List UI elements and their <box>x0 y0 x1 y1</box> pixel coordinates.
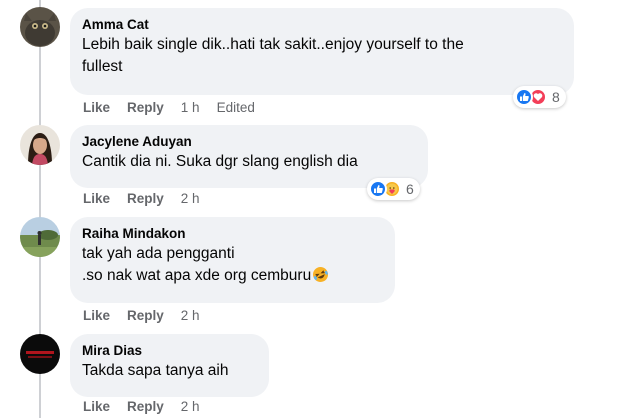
comment-text: Takda sapa tanya aih <box>82 360 257 382</box>
comment-text-line: fullest <box>82 58 123 75</box>
edited-label: Edited <box>216 100 255 115</box>
reaction-summary[interactable]: 6 <box>367 178 420 200</box>
comment-text-line: tak yah ada pengganti <box>82 245 235 262</box>
comment-text: Lebih baik single dik..hati tak sakit..e… <box>82 34 562 78</box>
like-button[interactable]: Like <box>83 308 110 324</box>
comment-actions: Like Reply 2 h <box>83 191 217 207</box>
timestamp[interactable]: 2 h <box>181 191 200 207</box>
comment-text-fragment: .so nak wat apa xde org cemburu <box>82 267 312 284</box>
like-button[interactable]: Like <box>83 399 110 415</box>
avatar[interactable] <box>20 125 60 165</box>
comment-bubble: Amma Cat Lebih baik single dik..hati tak… <box>70 8 574 95</box>
timestamp[interactable]: 2 h <box>181 308 200 324</box>
comment-bubble: Raiha Mindakon tak yah ada pengganti .so… <box>70 217 395 303</box>
like-button[interactable]: Like <box>83 191 110 207</box>
comment-author[interactable]: Raiha Mindakon <box>82 225 383 243</box>
reply-button[interactable]: Reply <box>127 308 164 324</box>
avatar[interactable] <box>20 217 60 257</box>
comment-text: Cantik dia ni. Suka dgr slang english di… <box>82 151 416 173</box>
like-icon <box>369 180 387 198</box>
timestamp[interactable]: 1 h <box>181 100 200 116</box>
like-icon <box>515 88 533 106</box>
reaction-count: 8 <box>552 89 560 105</box>
comment-text-line: .so nak wat apa xde org cemburu <box>82 265 383 290</box>
timestamp[interactable]: 2 h <box>181 399 200 415</box>
reply-button[interactable]: Reply <box>127 100 164 116</box>
comment-text: tak yah ada pengganti .so nak wat apa xd… <box>82 243 383 290</box>
reply-button[interactable]: Reply <box>127 191 164 207</box>
comment-text-line: Lebih baik single dik..hati tak sakit..e… <box>82 36 464 53</box>
comment-text-line: Takda sapa tanya aih <box>82 362 229 379</box>
comment-author[interactable]: Jacylene Aduyan <box>82 133 416 151</box>
comment-author[interactable]: Amma Cat <box>82 16 562 34</box>
rolling-laughing-emoji-icon <box>312 266 329 290</box>
avatar[interactable] <box>20 7 60 47</box>
avatar[interactable] <box>20 334 60 374</box>
reply-button[interactable]: Reply <box>127 399 164 415</box>
reaction-count: 6 <box>406 181 414 197</box>
comment-author[interactable]: Mira Dias <box>82 342 257 360</box>
reaction-summary[interactable]: 8 <box>513 86 566 108</box>
comment-bubble: Mira Dias Takda sapa tanya aih <box>70 334 269 397</box>
comment-text-line: Cantik dia ni. Suka dgr slang english di… <box>82 153 358 170</box>
comment-actions: Like Reply 2 h <box>83 399 217 415</box>
like-button[interactable]: Like <box>83 100 110 116</box>
comment-actions: Like Reply 2 h <box>83 308 217 324</box>
comment-actions: Like Reply 1 h Edited <box>83 100 255 116</box>
